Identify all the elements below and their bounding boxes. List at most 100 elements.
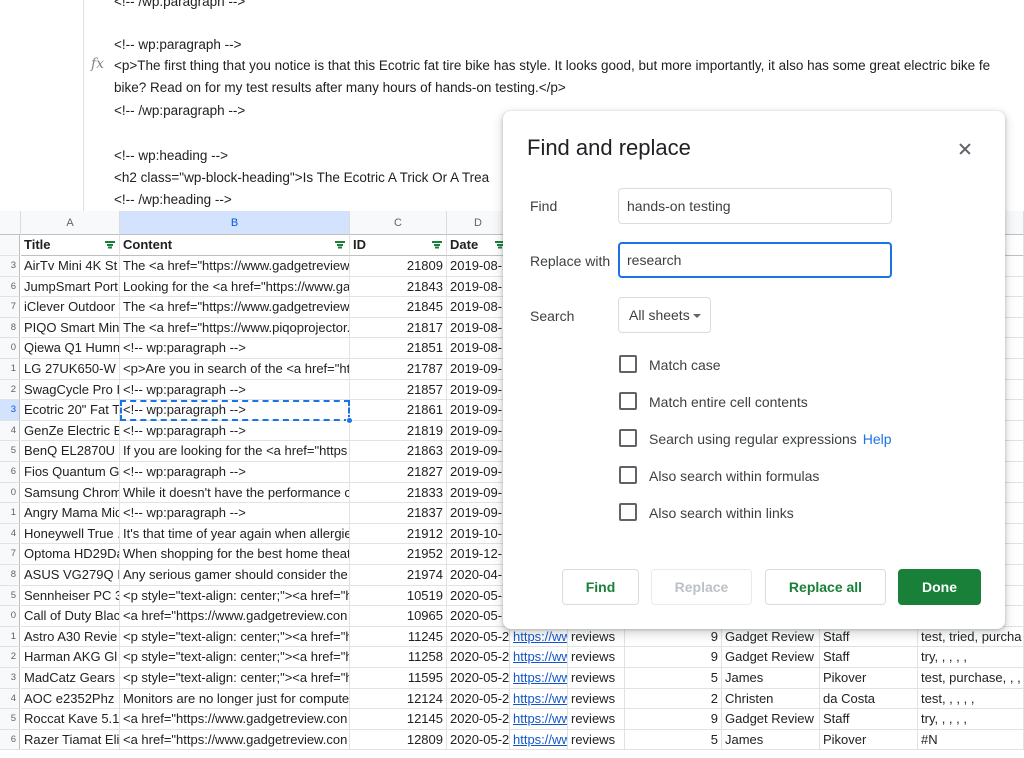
- row-header[interactable]: 5: [0, 441, 20, 462]
- table-cell[interactable]: 21912: [350, 523, 447, 545]
- table-cell[interactable]: <p style="text-align: center;"><a href="…: [120, 626, 350, 648]
- row-header[interactable]: 6: [0, 729, 20, 751]
- column-header[interactable]: A: [21, 211, 120, 235]
- table-cell[interactable]: 2019-08-: [447, 297, 510, 318]
- table-cell[interactable]: AOC e2352Phz: [21, 688, 120, 710]
- column-title-cell[interactable]: Content: [120, 235, 350, 256]
- table-cell[interactable]: <!-- wp:paragraph -->: [120, 462, 350, 483]
- table-cell[interactable]: 2020-05-: [447, 585, 510, 607]
- match-case-checkbox[interactable]: [619, 355, 637, 373]
- table-cell[interactable]: Gadget Review: [722, 709, 820, 730]
- table-cell[interactable]: 2019-08-: [447, 256, 510, 277]
- table-cell[interactable]: 2019-12-: [447, 544, 510, 565]
- table-cell[interactable]: 21845: [350, 297, 447, 318]
- table-cell[interactable]: https://ww: [510, 709, 568, 730]
- row-header[interactable]: 4: [0, 523, 20, 545]
- table-cell[interactable]: 21974: [350, 565, 447, 586]
- table-cell[interactable]: reviews: [568, 626, 625, 648]
- table-cell[interactable]: Samsung Chrom: [21, 482, 120, 504]
- table-cell[interactable]: da Costa: [820, 688, 918, 710]
- row-header[interactable]: 1: [0, 503, 20, 524]
- row-header[interactable]: 3: [0, 256, 20, 277]
- table-cell[interactable]: MadCatz Gears: [21, 668, 120, 689]
- row-header[interactable]: 7: [0, 544, 20, 565]
- table-cell[interactable]: 2019-09-: [447, 482, 510, 504]
- row-header[interactable]: 8: [0, 317, 20, 339]
- table-cell[interactable]: Ecotric 20" Fat T: [21, 400, 120, 421]
- row-header[interactable]: [0, 235, 20, 256]
- table-cell[interactable]: The <a href="https://www.piqoprojector.: [120, 317, 350, 339]
- column-header[interactable]: B: [120, 211, 350, 235]
- table-cell[interactable]: 2020-04-: [447, 565, 510, 586]
- table-cell[interactable]: <!-- wp:paragraph -->: [120, 379, 350, 401]
- table-cell[interactable]: 2019-09-: [447, 379, 510, 401]
- table-cell[interactable]: try, , , , ,: [918, 709, 1024, 730]
- table-cell[interactable]: PIQO Smart Min: [21, 317, 120, 339]
- done-button[interactable]: Done: [898, 569, 981, 605]
- replace-all-button[interactable]: Replace all: [765, 569, 886, 605]
- table-cell[interactable]: <!-- wp:paragraph -->: [120, 338, 350, 359]
- table-cell[interactable]: 5: [625, 668, 722, 689]
- filter-icon[interactable]: [335, 241, 345, 249]
- table-cell[interactable]: 5: [625, 729, 722, 751]
- table-cell[interactable]: Optoma HD29Da: [21, 544, 120, 565]
- table-cell[interactable]: try, , , , ,: [918, 647, 1024, 668]
- table-cell[interactable]: Gadget Review: [722, 626, 820, 648]
- table-cell[interactable]: #N: [918, 729, 1024, 751]
- table-cell[interactable]: reviews: [568, 729, 625, 751]
- table-cell[interactable]: Monitors are no longer just for compute: [120, 688, 350, 710]
- table-cell[interactable]: Honeywell True .: [21, 523, 120, 545]
- table-cell[interactable]: Staff: [820, 647, 918, 668]
- column-title-cell[interactable]: Date: [447, 235, 510, 256]
- table-cell[interactable]: <!-- wp:paragraph -->: [120, 503, 350, 524]
- table-cell[interactable]: <p style="text-align: center;"><a href="…: [120, 647, 350, 668]
- table-cell[interactable]: 2019-08-: [447, 338, 510, 359]
- table-cell[interactable]: 12809: [350, 729, 447, 751]
- table-cell[interactable]: iClever Outdoor: [21, 297, 120, 318]
- table-cell[interactable]: 21952: [350, 544, 447, 565]
- table-cell[interactable]: <!-- wp:paragraph -->: [120, 420, 350, 442]
- replace-button[interactable]: Replace: [651, 569, 752, 605]
- table-cell[interactable]: ASUS VG279Q I: [21, 565, 120, 586]
- find-input[interactable]: [618, 188, 892, 224]
- search-formulas-checkbox[interactable]: [619, 466, 637, 484]
- select-all-corner[interactable]: [0, 211, 21, 235]
- table-cell[interactable]: 11595: [350, 668, 447, 689]
- table-cell[interactable]: While it doesn't have the performance c: [120, 482, 350, 504]
- table-cell[interactable]: 2019-09-: [447, 359, 510, 380]
- table-cell[interactable]: 9: [625, 709, 722, 730]
- table-cell[interactable]: 2: [625, 688, 722, 710]
- table-cell[interactable]: 2020-05-2: [447, 668, 510, 689]
- table-cell[interactable]: <p style="text-align: center;"><a href="…: [120, 668, 350, 689]
- table-cell[interactable]: If you are looking for the <a href="http…: [120, 441, 350, 462]
- table-cell[interactable]: 2020-05-: [447, 606, 510, 627]
- table-cell[interactable]: The <a href="https://www.gadgetreview: [120, 297, 350, 318]
- table-cell[interactable]: <!-- wp:paragraph -->: [120, 400, 350, 421]
- table-cell[interactable]: James: [722, 668, 820, 689]
- filter-icon[interactable]: [432, 241, 442, 249]
- table-cell[interactable]: 11258: [350, 647, 447, 668]
- table-cell[interactable]: <p>Are you in search of the <a href="ht: [120, 359, 350, 380]
- table-cell[interactable]: 2020-05-2: [447, 647, 510, 668]
- table-cell[interactable]: Gadget Review: [722, 647, 820, 668]
- table-cell[interactable]: 21843: [350, 276, 447, 298]
- table-cell[interactable]: 21851: [350, 338, 447, 359]
- row-header[interactable]: 0: [0, 482, 20, 504]
- table-cell[interactable]: Staff: [820, 626, 918, 648]
- table-cell[interactable]: James: [722, 729, 820, 751]
- table-cell[interactable]: 12145: [350, 709, 447, 730]
- table-cell[interactable]: Call of Duty Blac: [21, 606, 120, 627]
- column-title-cell[interactable]: Title: [21, 235, 120, 256]
- table-cell[interactable]: AirTv Mini 4K St: [21, 256, 120, 277]
- close-icon[interactable]: [954, 138, 976, 160]
- table-cell[interactable]: https://ww: [510, 688, 568, 710]
- table-cell[interactable]: 21809: [350, 256, 447, 277]
- table-cell[interactable]: <p style="text-align: center;"><a href="…: [120, 585, 350, 607]
- table-cell[interactable]: 2019-09-: [447, 462, 510, 483]
- table-cell[interactable]: Roccat Kave 5.1: [21, 709, 120, 730]
- table-cell[interactable]: The <a href="https://www.gadgetreview: [120, 256, 350, 277]
- table-cell[interactable]: Christen: [722, 688, 820, 710]
- table-cell[interactable]: 2020-05-2: [447, 688, 510, 710]
- replace-input[interactable]: [618, 242, 892, 278]
- table-cell[interactable]: 21833: [350, 482, 447, 504]
